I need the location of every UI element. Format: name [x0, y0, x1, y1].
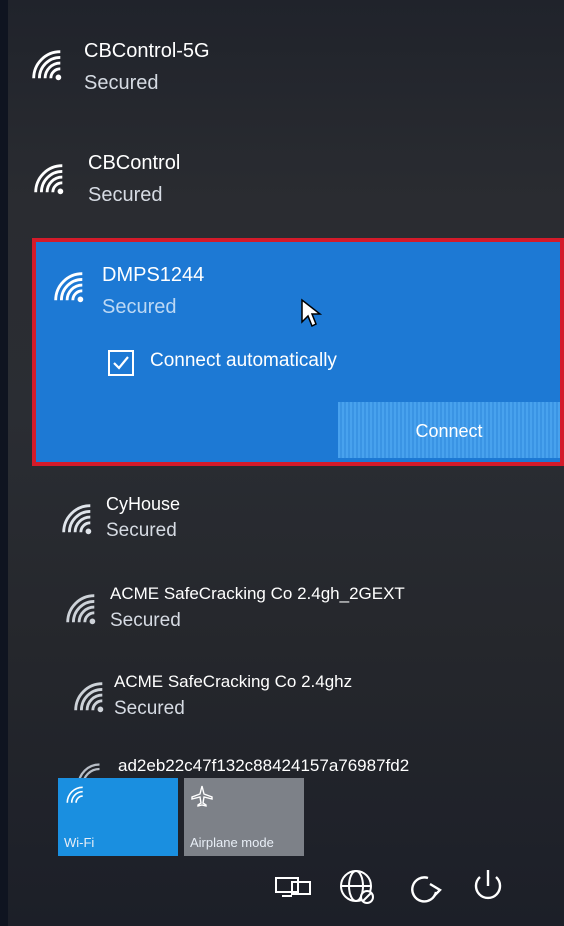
wifi-icon — [32, 50, 62, 81]
wifi-icon — [74, 682, 104, 713]
network-status: Secured — [114, 698, 185, 719]
airplane-icon — [191, 785, 213, 807]
network-name: ad2eb22c47f132c88424157a76987fd2 — [118, 756, 410, 775]
wifi-icon — [54, 272, 84, 303]
network-status: Secured — [88, 184, 163, 206]
wifi-icon — [66, 786, 83, 803]
network-item-acme-2-4ghz[interactable]: ACME SafeCracking Co 2.4ghz Secured — [8, 660, 564, 746]
network-name: CyHouse — [106, 494, 181, 514]
wifi-icon — [34, 164, 64, 195]
mouse-cursor-icon — [301, 298, 322, 328]
network-name: CBControl — [88, 152, 181, 174]
connect-automatically-checkbox[interactable] — [108, 350, 134, 376]
network-status: Secured — [106, 520, 177, 541]
sleep-icon[interactable] — [406, 870, 444, 909]
globe-icon[interactable] — [338, 868, 376, 911]
network-name: CBControl-5G — [84, 40, 210, 62]
wifi-icon — [66, 594, 96, 625]
checkmark-icon — [113, 356, 129, 370]
network-item-cbcontrol-5g[interactable]: CBControl-5G Secured — [8, 0, 564, 110]
network-name: ACME SafeCracking Co 2.4gh_2GEXT — [110, 584, 405, 603]
network-status: Secured — [110, 610, 181, 631]
tile-label: Airplane mode — [190, 835, 274, 850]
connect-automatically-label: Connect automatically — [150, 350, 337, 371]
network-status: Secured — [102, 296, 177, 318]
network-name: ACME SafeCracking Co 2.4ghz — [114, 672, 353, 691]
power-icon[interactable] — [470, 868, 506, 909]
network-item-dmps1244-selected[interactable]: DMPS1244 Secured Connect automatically C… — [32, 238, 564, 466]
network-item-cbcontrol[interactable]: CBControl Secured — [8, 110, 564, 230]
connect-button[interactable]: Connect — [338, 402, 560, 458]
network-flyout: CBControl-5G Secured CBControl Secured D… — [8, 0, 564, 926]
network-icon[interactable] — [274, 874, 314, 907]
wifi-icon — [62, 504, 92, 535]
network-item-acme-2gext[interactable]: ACME SafeCracking Co 2.4gh_2GEXT Secured — [8, 572, 564, 660]
taskbar-tray — [8, 864, 564, 914]
tile-label: Wi-Fi — [64, 835, 95, 850]
network-status: Secured — [84, 72, 159, 94]
airplane-mode-tile[interactable]: Airplane mode — [184, 778, 304, 856]
wifi-toggle-tile[interactable]: Wi-Fi — [58, 778, 178, 856]
network-item-cyhouse[interactable]: CyHouse Secured — [8, 480, 564, 570]
network-name: DMPS1244 — [102, 264, 205, 286]
